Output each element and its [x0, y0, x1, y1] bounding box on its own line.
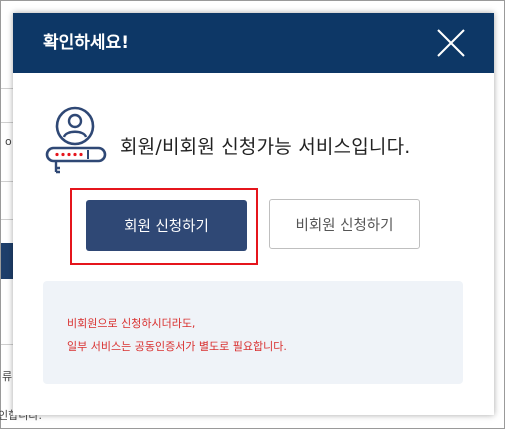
notice-line-2: 일부 서비스는 공동인증서가 별도로 필요합니다. [67, 340, 287, 353]
background-divider [1, 122, 13, 123]
background-divider [1, 219, 13, 220]
background-text: o [5, 135, 12, 148]
nonmember-apply-button[interactable]: 비회원 신청하기 [269, 199, 420, 249]
dialog-title: 확인하세요! [43, 33, 129, 53]
service-headline: 회원/비회원 신청가능 서비스입니다. [120, 136, 411, 158]
notice-box: 비회원으로 신청하시더라도, 일부 서비스는 공동인증서가 별도로 필요합니다. [43, 281, 463, 384]
close-icon [437, 29, 465, 57]
confirm-dialog: 확인하세요! 회원/비회원 신청가능 서비스입니다. 회원 신청하기 비회원 신… [13, 13, 494, 415]
background-divider [1, 88, 13, 89]
background-divider [1, 344, 13, 345]
member-id-icon [45, 106, 107, 174]
close-button[interactable] [435, 27, 467, 59]
dialog-header: 확인하세요! [13, 13, 494, 73]
background-button-fragment [1, 243, 13, 279]
notice-line-1: 비회원으로 신청하시더라도, [67, 317, 196, 330]
background-text: 류 [2, 370, 13, 383]
member-apply-button[interactable]: 회원 신청하기 [86, 200, 247, 251]
background-divider [1, 181, 13, 182]
